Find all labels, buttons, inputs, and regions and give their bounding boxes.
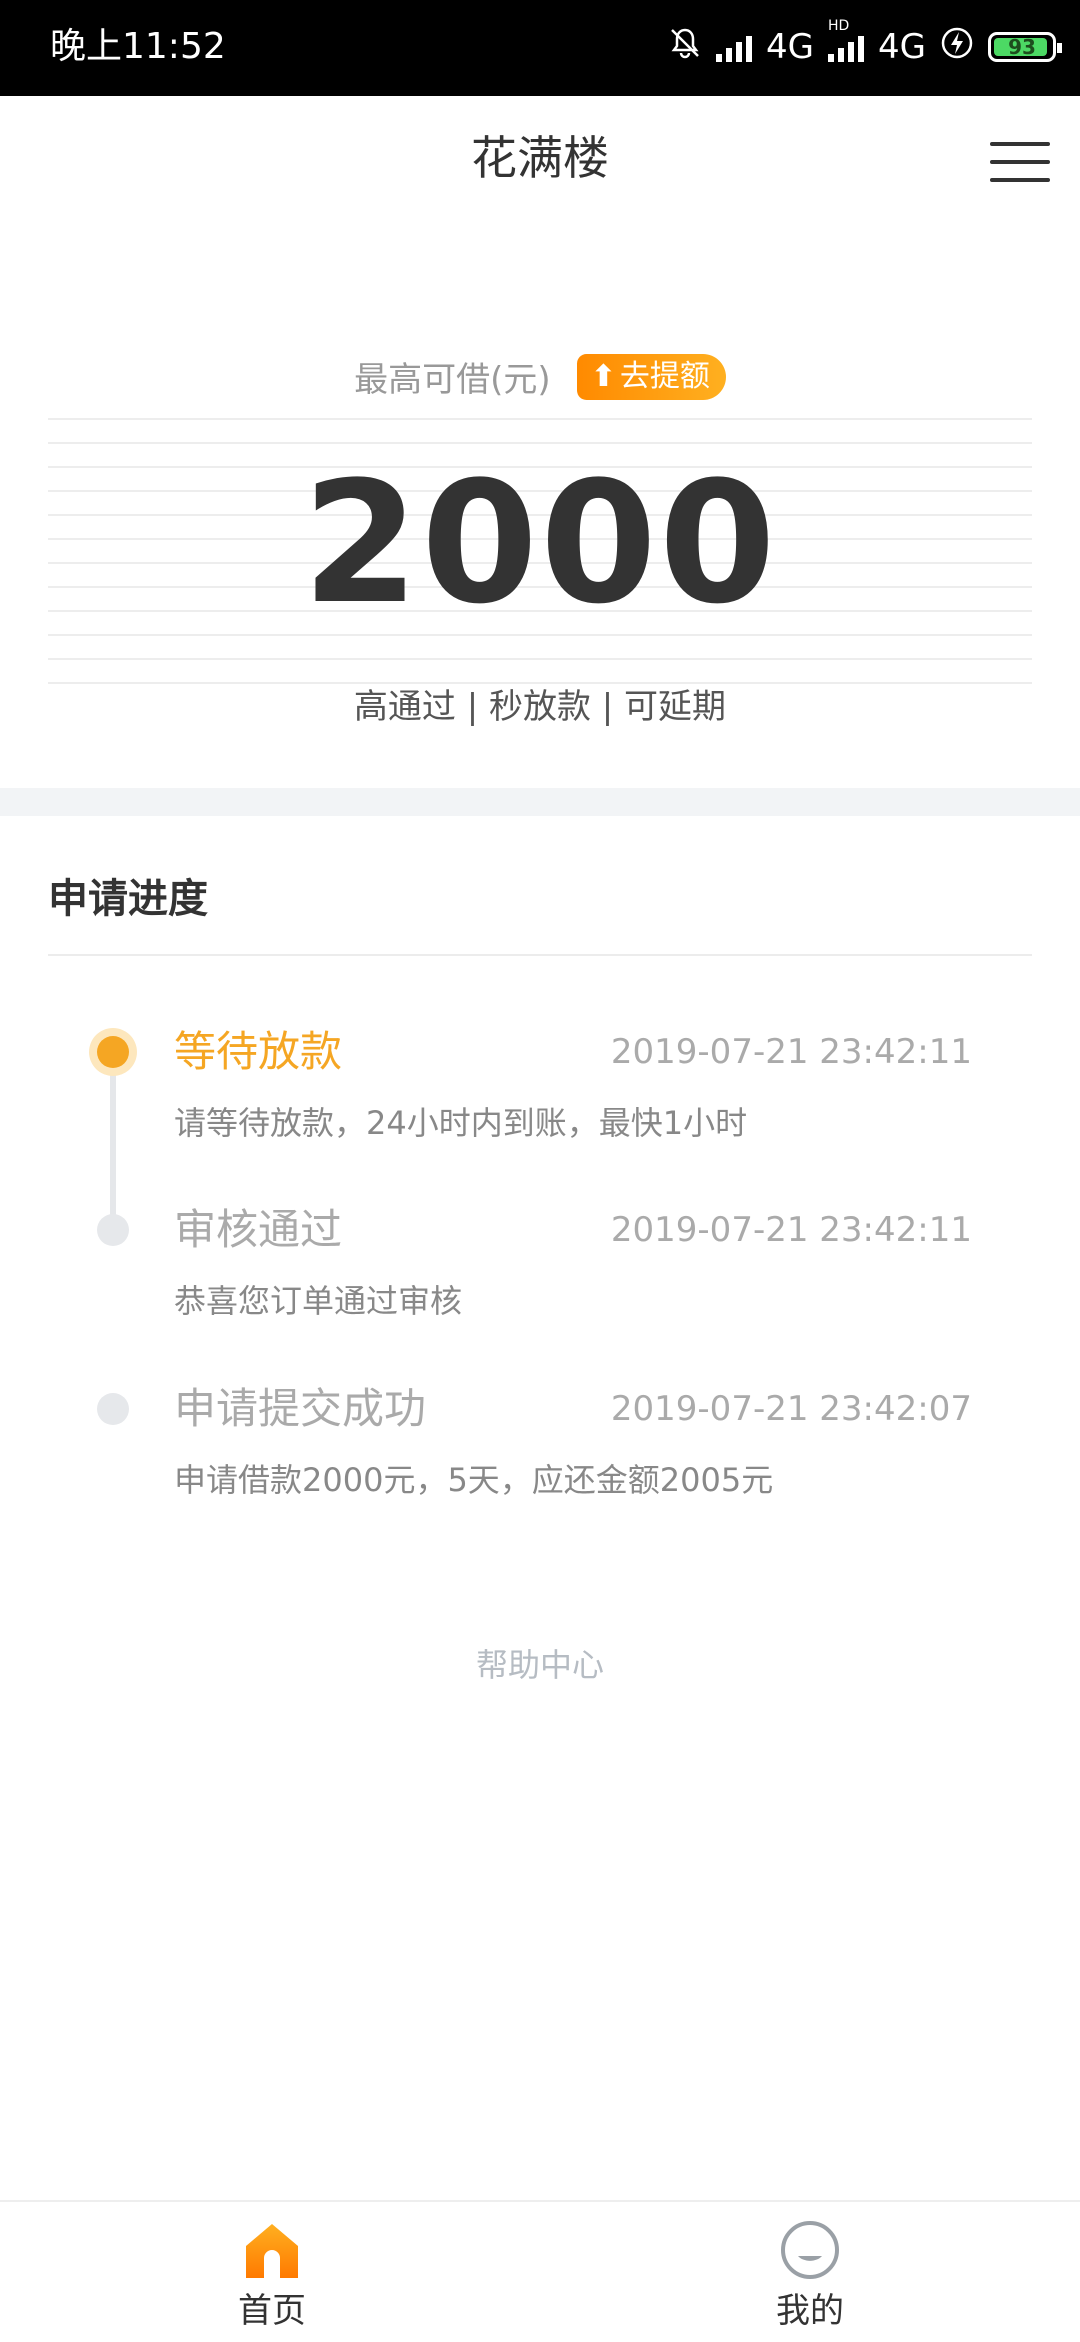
battery-level: 93 [1008, 35, 1036, 59]
charging-icon [940, 26, 974, 69]
status-icons: 4G HD 4G 93 [668, 18, 1062, 72]
tab-mine-label: 我的 [776, 2291, 844, 2331]
active-step-dot [97, 1036, 129, 1068]
mute-bell-icon [668, 26, 702, 69]
progress-title: 申请进度 [48, 876, 208, 922]
max-amount: 2000 [302, 445, 778, 641]
step-title: 申请提交成功 [174, 1384, 427, 1433]
status-bar: 晚上11:52 4G HD 4G 93 [0, 0, 1080, 96]
nav-bar: 花满楼 [0, 96, 1080, 220]
page-title: 花满楼 [471, 131, 609, 185]
divider [48, 954, 1032, 956]
help-center-link[interactable]: 帮助中心 [0, 1640, 1080, 1686]
step-dot [97, 1214, 129, 1246]
signal-hd-icon: HD [828, 18, 865, 62]
tab-home[interactable]: 首页 [172, 2202, 372, 2342]
step-time: 2019-07-21 23:42:11 [610, 1210, 972, 1250]
menu-icon-line [990, 160, 1050, 164]
network-type-2: 4G [878, 27, 926, 67]
menu-icon-line [990, 142, 1050, 146]
section-divider [0, 788, 1080, 816]
step-time: 2019-07-21 23:42:11 [610, 1032, 972, 1072]
arrow-up-icon: ⬆ [590, 358, 616, 394]
profile-icon [780, 2220, 840, 2280]
step-time: 2019-07-21 23:42:07 [610, 1389, 972, 1429]
raise-limit-label: 去提额 [619, 358, 710, 394]
step-description: 请等待放款，24小时内到账，最快1小时 [174, 1104, 748, 1142]
step-dot [97, 1393, 129, 1425]
max-borrow-label: 最高可借(元) [354, 360, 551, 400]
step-description: 恭喜您订单通过审核 [174, 1282, 463, 1320]
step-description: 申请借款2000元，5天，应还金额2005元 [174, 1461, 774, 1499]
hd-label: HD [828, 18, 850, 34]
credit-limit-card: 最高可借(元) ⬆ 去提额 2000 高通过 | 秒放款 | 可延期 [0, 220, 1080, 788]
signal-icon [716, 32, 753, 62]
network-type-1: 4G [766, 27, 815, 67]
timeline-line [110, 1046, 116, 1226]
limit-label-row: 最高可借(元) ⬆ 去提额 [0, 352, 1080, 401]
tab-mine[interactable]: 我的 [710, 2202, 910, 2342]
status-time: 晚上11:52 [50, 26, 226, 67]
menu-button[interactable] [990, 132, 1050, 192]
home-icon [242, 2220, 302, 2280]
battery-icon: 93 [988, 32, 1062, 62]
feature-tags: 高通过 | 秒放款 | 可延期 [353, 687, 727, 727]
step-title: 等待放款 [174, 1027, 343, 1076]
step-title: 审核通过 [174, 1205, 343, 1254]
application-progress: 申请进度 等待放款 2019-07-21 23:42:11 请等待放款，24小时… [0, 816, 1080, 1716]
menu-icon-line [990, 178, 1050, 182]
raise-limit-button[interactable]: ⬆ 去提额 [576, 353, 726, 400]
tab-home-label: 首页 [238, 2291, 306, 2331]
bottom-tab-bar: 首页 我的 [0, 2200, 1080, 2340]
